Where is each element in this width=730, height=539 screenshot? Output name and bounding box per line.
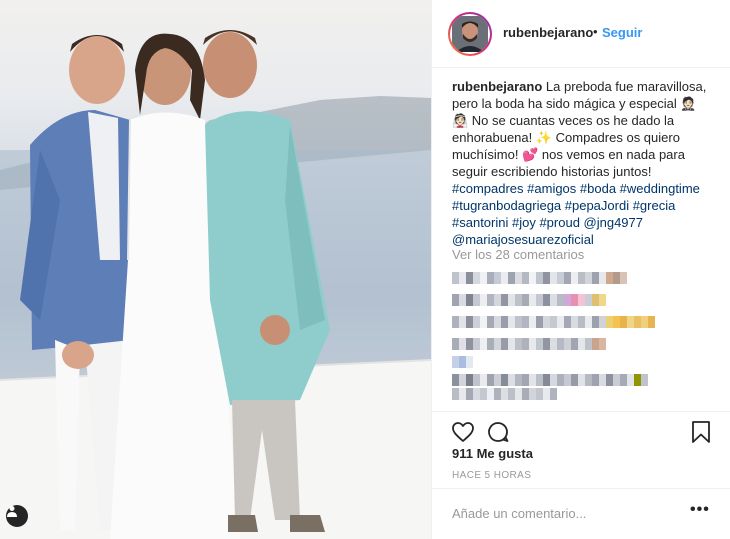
post-timestamp: HACE 5 HORAS — [452, 470, 532, 481]
obscured-comment — [452, 294, 606, 306]
post-details-panel: rubenbejarano • Seguir rubenbejarano La … — [431, 0, 730, 539]
post-caption: rubenbejarano La preboda fue maravillosa… — [452, 78, 716, 248]
header-separator: • — [593, 24, 598, 39]
action-bar — [432, 411, 730, 451]
obscured-comment — [452, 388, 557, 400]
heart-icon[interactable] — [451, 420, 475, 444]
post-header: rubenbejarano • Seguir — [432, 0, 730, 68]
caption-text: La preboda fue maravillosa, pero la boda… — [452, 79, 710, 179]
caption-username[interactable]: rubenbejarano — [452, 79, 542, 94]
follow-button[interactable]: Seguir — [602, 25, 642, 40]
add-comment-bar: ••• — [432, 488, 730, 539]
more-options-icon[interactable]: ••• — [690, 501, 710, 519]
user-tag-icon[interactable] — [6, 505, 28, 527]
obscured-comment — [452, 338, 606, 350]
wedding-photo-illustration — [0, 30, 431, 539]
likes-count[interactable]: 911 Me gusta — [452, 446, 533, 461]
post-photo[interactable] — [0, 0, 431, 539]
obscured-comment — [452, 316, 655, 328]
caption-hashtags[interactable]: #compadres #amigos #boda #weddingtime #t… — [452, 181, 704, 247]
comment-bubble-icon[interactable] — [486, 420, 510, 444]
comment-input[interactable] — [452, 506, 672, 521]
header-username[interactable]: rubenbejarano — [503, 25, 593, 40]
obscured-comment — [452, 356, 473, 368]
bookmark-icon[interactable] — [690, 420, 712, 444]
avatar[interactable] — [448, 12, 492, 56]
obscured-comment — [452, 272, 627, 284]
obscured-comment — [452, 374, 648, 386]
view-comments-link[interactable]: Ver los 28 comentarios — [452, 247, 584, 262]
